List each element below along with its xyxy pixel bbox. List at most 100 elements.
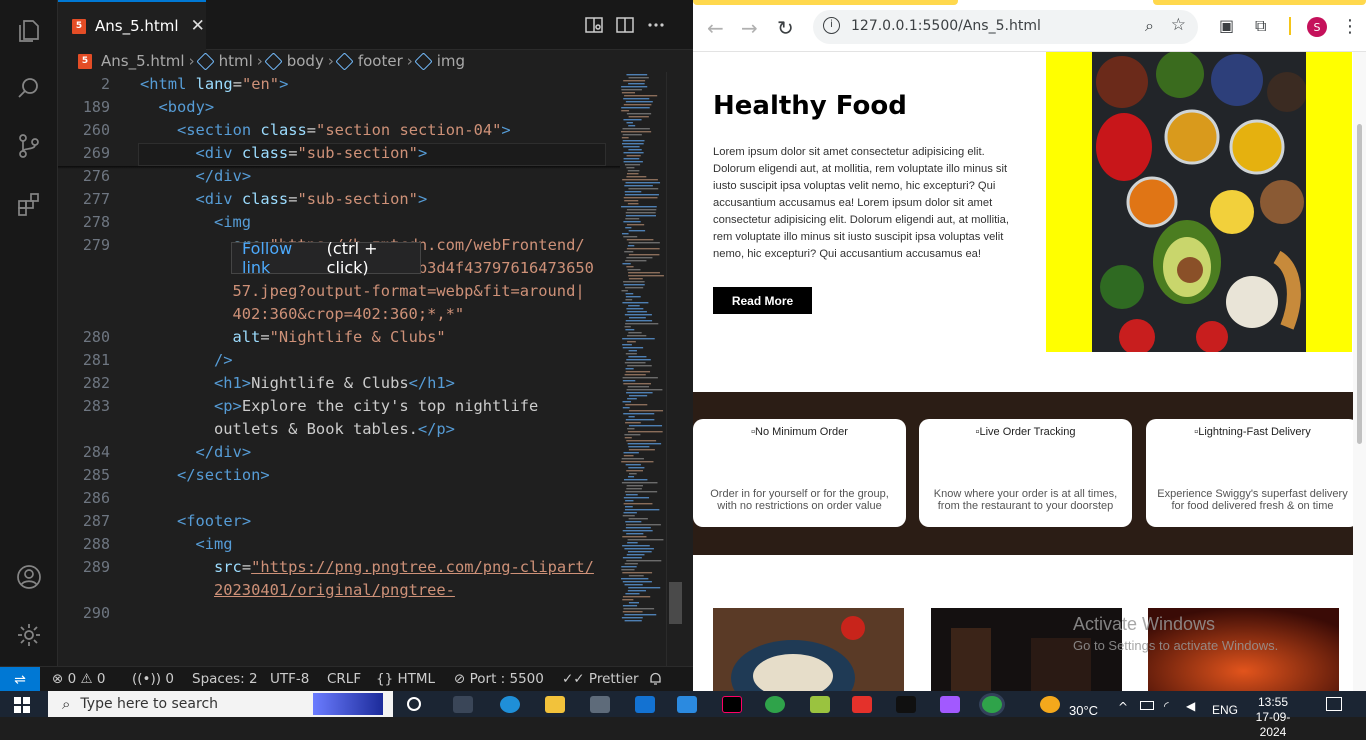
battery-icon[interactable] bbox=[1140, 701, 1154, 710]
vscode-taskbar-icon[interactable] bbox=[677, 696, 697, 713]
encoding-status[interactable]: UTF-8 bbox=[270, 671, 309, 687]
site-info-icon[interactable]: i bbox=[823, 17, 840, 34]
tab-search-icon[interactable]: ▣ bbox=[1219, 16, 1234, 35]
edge-browser-icon[interactable] bbox=[500, 696, 520, 713]
prettier-status[interactable]: ✓✓ Prettier bbox=[562, 671, 639, 687]
indentation-status[interactable]: Spaces: 2 bbox=[192, 671, 258, 687]
url-text[interactable]: 127.0.0.1:5500/Ans_5.html bbox=[851, 18, 1041, 34]
chrome-icon[interactable] bbox=[765, 696, 785, 713]
braces-icon: {} bbox=[376, 671, 394, 687]
remote-window-icon[interactable]: ⇌ bbox=[0, 667, 40, 692]
minimap-line bbox=[624, 251, 634, 253]
code-line[interactable]: 57.jpeg?output-format=webp&fit=around| bbox=[233, 280, 585, 303]
clock[interactable]: 13:55 17-09-2024 bbox=[1244, 695, 1302, 740]
back-arrow-icon[interactable]: ← bbox=[707, 16, 724, 40]
split-editor-icon[interactable] bbox=[616, 16, 634, 34]
follow-link-hint: (ctrl + click) bbox=[326, 239, 378, 277]
code-line[interactable]: src="https://png.pngtree.com/png-clipart… bbox=[214, 556, 594, 579]
browser-scrollbar[interactable] bbox=[1353, 52, 1366, 691]
address-bar[interactable]: i 127.0.0.1:5500/Ans_5.html ⌕ ☆ bbox=[813, 10, 1198, 44]
editor-scrollbar[interactable] bbox=[666, 72, 683, 666]
bookmark-star-icon[interactable]: ☆ bbox=[1171, 15, 1186, 35]
more-actions-icon[interactable] bbox=[647, 16, 665, 34]
source-control-icon[interactable] bbox=[13, 130, 45, 162]
account-icon[interactable] bbox=[13, 561, 45, 593]
extensions-icon[interactable] bbox=[13, 188, 45, 220]
breadcrumb-footer[interactable]: footer bbox=[335, 51, 403, 71]
live-server-port[interactable]: ⊘ Port : 5500 bbox=[454, 671, 544, 687]
code-line[interactable]: 20230401/original/pngtree- bbox=[214, 579, 455, 602]
chevron-up-icon[interactable]: ^ bbox=[1118, 700, 1128, 714]
mail-icon[interactable] bbox=[635, 696, 655, 713]
ports-indicator[interactable]: ((•)) 0 bbox=[132, 671, 174, 687]
eol-status[interactable]: CRLF bbox=[327, 671, 361, 687]
code-line[interactable]: outlets & Book tables.</p> bbox=[214, 418, 455, 441]
code-line[interactable]: <div class="sub-section"> bbox=[196, 188, 428, 211]
speaker-icon[interactable]: ◀ bbox=[1186, 699, 1195, 713]
code-line[interactable]: <p>Explore the city's top nightlife bbox=[214, 395, 538, 418]
taskbar-search-box[interactable]: ⌕ Type here to search bbox=[48, 691, 393, 717]
file-explorer-icon[interactable] bbox=[545, 696, 565, 713]
scrollbar-thumb[interactable] bbox=[669, 582, 682, 624]
zoom-icon[interactable]: ⌕ bbox=[1145, 16, 1154, 36]
read-more-button[interactable]: Read More bbox=[713, 287, 812, 314]
app-icon[interactable] bbox=[810, 696, 830, 713]
minimap-line bbox=[623, 98, 650, 100]
weather-icon[interactable] bbox=[1040, 696, 1060, 713]
minimap-line bbox=[626, 155, 641, 157]
code-line[interactable]: alt="Nightlife & Clubs" bbox=[233, 326, 446, 349]
tab-ans5-html[interactable]: 5 Ans_5.html ✕ bbox=[58, 0, 206, 50]
wps-office-icon[interactable] bbox=[852, 696, 872, 713]
wifi-icon[interactable]: ◜ bbox=[1164, 699, 1169, 713]
explorer-icon[interactable] bbox=[13, 15, 45, 47]
breadcrumb-body[interactable]: body bbox=[264, 51, 324, 71]
code-line[interactable]: <img bbox=[214, 211, 251, 234]
settings-gear-icon[interactable] bbox=[13, 619, 45, 651]
search-icon[interactable] bbox=[13, 72, 45, 104]
forward-arrow-icon[interactable]: → bbox=[741, 16, 758, 40]
minimap[interactable] bbox=[620, 72, 666, 628]
chrome-active-icon[interactable] bbox=[982, 696, 1002, 713]
windows-start-icon[interactable] bbox=[14, 697, 30, 717]
code-line[interactable]: </section> bbox=[177, 464, 270, 487]
code-line[interactable]: <footer> bbox=[177, 510, 251, 533]
close-tab-icon[interactable]: ✕ bbox=[191, 16, 205, 36]
problems-indicator[interactable]: ⊗ 0 ⚠ 0 bbox=[52, 671, 106, 687]
profile-avatar[interactable]: S bbox=[1307, 17, 1327, 37]
reload-icon[interactable]: ↻ bbox=[777, 16, 794, 40]
code-line[interactable]: /> bbox=[214, 349, 233, 372]
code-line[interactable]: <div class="sub-section"> bbox=[196, 142, 428, 165]
terminal-icon[interactable] bbox=[896, 696, 916, 713]
code-line[interactable]: 402:360&crop=402:360;*,*" bbox=[233, 303, 465, 326]
cortana-icon[interactable] bbox=[407, 697, 421, 711]
store-icon[interactable] bbox=[590, 696, 610, 713]
task-view-icon[interactable] bbox=[453, 696, 473, 713]
language-mode[interactable]: {} HTML bbox=[376, 671, 435, 687]
follow-link-tooltip[interactable]: Follow link (ctrl + click) bbox=[231, 239, 421, 277]
notifications-bell-icon[interactable] bbox=[648, 671, 663, 690]
code-line[interactable]: </div> bbox=[196, 441, 252, 464]
browser-tab-edge[interactable] bbox=[1153, 0, 1366, 5]
figma-icon[interactable] bbox=[940, 696, 960, 713]
browser-menu-icon[interactable]: ⋮ bbox=[1341, 16, 1359, 37]
code-line[interactable]: <html lang="en"> bbox=[140, 73, 288, 96]
temperature[interactable]: 30°C bbox=[1069, 703, 1098, 718]
code-line[interactable]: <h1>Nightlife & Clubs</h1> bbox=[214, 372, 455, 395]
code-line[interactable]: <section class="section section-04"> bbox=[177, 119, 511, 142]
code-editor[interactable]: 2 <html lang="en"> 189 <body> 260 <section cl… bbox=[58, 72, 620, 666]
open-preview-icon[interactable] bbox=[585, 16, 603, 34]
hero-image-frame bbox=[1046, 52, 1352, 352]
code-line[interactable]: <img bbox=[196, 533, 233, 556]
browser-tab-edge[interactable] bbox=[693, 0, 958, 5]
code-line[interactable]: <body> bbox=[159, 96, 215, 119]
extensions-puzzle-icon[interactable]: ⧉ bbox=[1255, 16, 1266, 36]
intellij-icon[interactable] bbox=[722, 696, 742, 713]
minimap-line bbox=[628, 317, 646, 319]
breadcrumb-html[interactable]: html bbox=[195, 51, 253, 71]
breadcrumb-file[interactable]: 5 Ans_5.html bbox=[78, 52, 185, 70]
input-language[interactable]: ENG bbox=[1212, 703, 1238, 717]
scrollbar-thumb[interactable] bbox=[1357, 124, 1362, 444]
follow-link[interactable]: Follow link bbox=[242, 239, 322, 277]
breadcrumb-img[interactable]: img bbox=[414, 51, 465, 71]
notification-center-icon[interactable] bbox=[1326, 697, 1342, 711]
